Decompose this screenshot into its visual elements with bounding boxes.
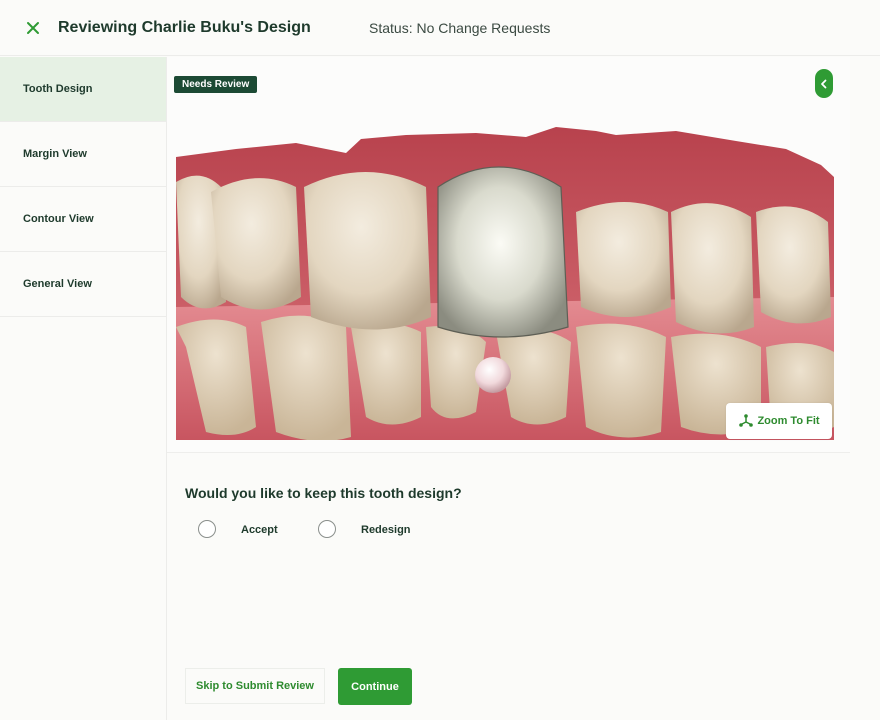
sidebar-item-tooth-design[interactable]: Tooth Design: [0, 57, 166, 122]
accept-radio[interactable]: [198, 520, 216, 538]
zoom-to-fit-label: Zoom To Fit: [757, 415, 820, 427]
sidebar-item-label: Margin View: [23, 148, 87, 160]
sidebar-item-label: Contour View: [23, 213, 94, 225]
sidebar-item-contour-view[interactable]: Contour View: [0, 187, 166, 252]
chevron-left-icon[interactable]: [819, 78, 829, 90]
header-bar: Reviewing Charlie Buku's Design Status: …: [0, 0, 880, 56]
accept-label[interactable]: Accept: [241, 524, 278, 536]
zoom-fit-icon: [739, 414, 754, 427]
redesign-radio[interactable]: [318, 520, 336, 538]
close-icon[interactable]: [22, 17, 44, 39]
page-title: Reviewing Charlie Buku's Design: [58, 19, 311, 36]
tooth-3d-viewer[interactable]: [176, 127, 834, 440]
tooth-3d-render[interactable]: [176, 127, 834, 440]
sidebar-item-label: Tooth Design: [23, 83, 93, 95]
redesign-label[interactable]: Redesign: [361, 524, 411, 536]
sidebar: Tooth Design Margin View Contour View Ge…: [0, 57, 167, 720]
continue-button[interactable]: Continue: [338, 668, 412, 705]
sidebar-item-label: General View: [23, 278, 92, 290]
viewer-panel: Needs Review Zoom To Fit: [167, 57, 850, 453]
main-content: Needs Review Zoom To Fit Would you like …: [167, 57, 880, 720]
zoom-to-fit-button[interactable]: Zoom To Fit: [726, 403, 832, 439]
sidebar-item-margin-view[interactable]: Margin View: [0, 122, 166, 187]
status-badge: Needs Review: [174, 76, 258, 93]
collapse-panel-button[interactable]: [815, 69, 833, 98]
close-button[interactable]: [22, 17, 44, 39]
status-text: Status: No Change Requests: [369, 20, 551, 36]
sidebar-item-general-view[interactable]: General View: [0, 252, 166, 317]
skip-to-submit-button[interactable]: Skip to Submit Review: [185, 668, 325, 704]
review-question: Would you like to keep this tooth design…: [185, 485, 462, 501]
